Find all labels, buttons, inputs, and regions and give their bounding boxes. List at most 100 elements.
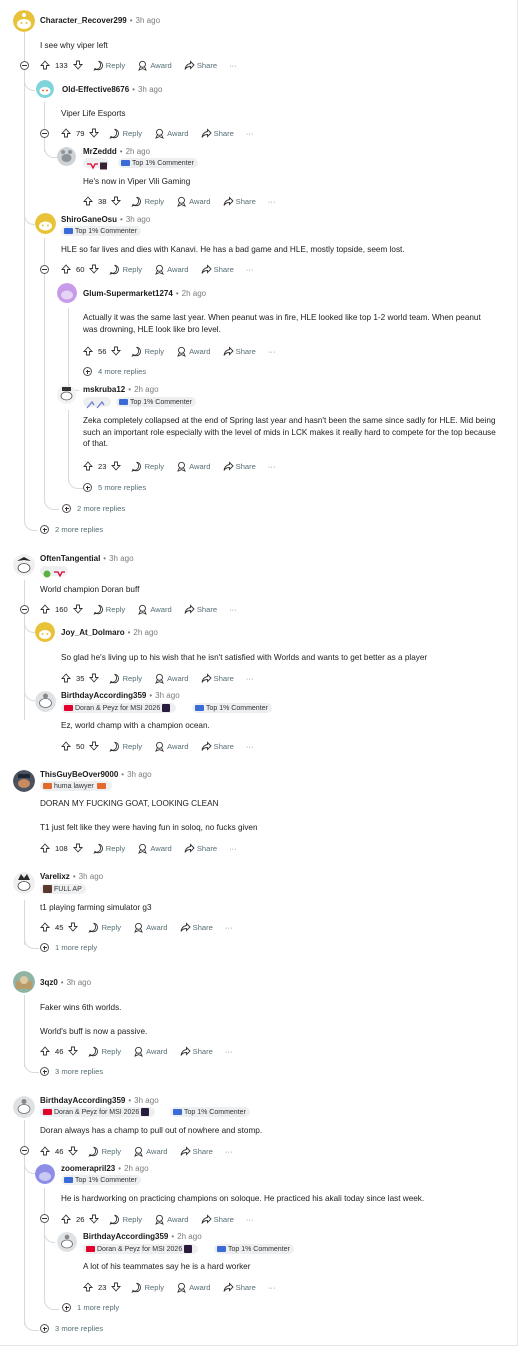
more-options-button[interactable]: ···	[225, 1047, 233, 1056]
award-button[interactable]: Award	[137, 843, 172, 854]
username[interactable]: 3qz0	[40, 978, 58, 987]
avatar[interactable]	[35, 213, 56, 234]
more-options-button[interactable]: ···	[229, 61, 237, 70]
timestamp[interactable]: 2h ago	[182, 289, 206, 298]
upvote-icon[interactable]	[83, 461, 93, 471]
share-button[interactable]: Share	[201, 263, 234, 275]
more-replies-button[interactable]: 5 more replies	[83, 483, 146, 492]
award-button[interactable]: Award	[154, 673, 189, 684]
downvote-icon[interactable]	[111, 346, 122, 356]
username[interactable]: Old-Effective8676	[62, 85, 129, 94]
reply-button[interactable]: Reply	[88, 922, 121, 933]
timestamp[interactable]: 3h ago	[126, 215, 150, 224]
upvote-icon[interactable]	[83, 346, 93, 356]
award-button[interactable]: Award	[176, 346, 211, 357]
avatar[interactable]	[35, 691, 56, 712]
timestamp[interactable]: 3h ago	[109, 554, 133, 563]
downvote-icon[interactable]	[89, 264, 100, 274]
more-replies-button[interactable]: 4 more replies	[83, 367, 146, 376]
downvote-icon[interactable]	[111, 196, 122, 206]
timestamp[interactable]: 3h ago	[136, 16, 160, 25]
more-options-button[interactable]: ···	[268, 1283, 276, 1292]
avatar[interactable]	[35, 622, 55, 642]
username[interactable]: ShiroGaneOsu	[61, 215, 117, 224]
downvote-icon[interactable]	[68, 1146, 79, 1156]
downvote-icon[interactable]	[72, 60, 83, 70]
username[interactable]: mskruba12	[83, 385, 125, 394]
upvote-icon[interactable]	[61, 264, 71, 274]
reply-button[interactable]: Reply	[88, 1046, 121, 1057]
avatar[interactable]	[57, 283, 77, 303]
share-button[interactable]: Share	[184, 603, 217, 615]
avatar[interactable]	[36, 80, 54, 98]
more-replies-button[interactable]: 2 more replies	[62, 504, 125, 513]
collapse-thread-button[interactable]	[40, 265, 49, 274]
avatar[interactable]	[57, 385, 76, 404]
share-button[interactable]: Share	[201, 127, 234, 139]
more-options-button[interactable]: ···	[246, 129, 254, 138]
timestamp[interactable]: 2h ago	[134, 385, 158, 394]
reply-button[interactable]: Reply	[88, 1146, 121, 1157]
upvote-icon[interactable]	[40, 1146, 50, 1156]
upvote-icon[interactable]	[40, 60, 50, 70]
collapse-thread-button[interactable]	[40, 1214, 49, 1223]
upvote-icon[interactable]	[83, 1282, 93, 1292]
downvote-icon[interactable]	[111, 461, 122, 471]
share-button[interactable]: Share	[201, 740, 234, 752]
share-button[interactable]: Share	[201, 1213, 234, 1225]
more-options-button[interactable]: ···	[268, 347, 276, 356]
avatar[interactable]	[13, 770, 35, 792]
share-button[interactable]: Share	[201, 672, 234, 684]
avatar[interactable]	[35, 1164, 55, 1184]
downvote-icon[interactable]	[89, 673, 100, 683]
share-button[interactable]: Share	[223, 460, 256, 472]
reply-button[interactable]: Reply	[109, 1214, 142, 1225]
upvote-icon[interactable]	[61, 128, 71, 138]
collapse-thread-button[interactable]	[20, 605, 29, 614]
timestamp[interactable]: 3h ago	[127, 770, 151, 779]
reply-button[interactable]: Reply	[109, 673, 142, 684]
award-button[interactable]: Award	[154, 741, 189, 752]
avatar[interactable]	[57, 1232, 77, 1252]
reply-button[interactable]: Reply	[93, 843, 125, 854]
downvote-icon[interactable]	[68, 922, 79, 932]
timestamp[interactable]: 2h ago	[124, 1164, 148, 1173]
username[interactable]: Glum-Supermarket1274	[83, 289, 173, 298]
share-button[interactable]: Share	[184, 59, 217, 71]
avatar[interactable]	[57, 147, 76, 166]
award-button[interactable]: Award	[133, 922, 168, 933]
timestamp[interactable]: 2h ago	[133, 628, 157, 637]
username[interactable]: BirthdayAccording359	[40, 1096, 125, 1105]
more-options-button[interactable]: ···	[225, 1147, 233, 1156]
reply-button[interactable]: Reply	[131, 461, 164, 472]
award-button[interactable]: Award	[137, 60, 172, 71]
share-button[interactable]: Share	[180, 1045, 213, 1057]
share-button[interactable]: Share	[223, 195, 256, 207]
more-options-button[interactable]: ···	[268, 197, 276, 206]
downvote-icon[interactable]	[72, 604, 83, 614]
reply-button[interactable]: Reply	[131, 196, 164, 207]
more-options-button[interactable]: ···	[225, 923, 233, 932]
timestamp[interactable]: 2h ago	[177, 1232, 201, 1241]
collapse-thread-button[interactable]	[40, 129, 49, 138]
timestamp[interactable]: 3h ago	[79, 872, 103, 881]
upvote-icon[interactable]	[40, 922, 50, 932]
reply-button[interactable]: Reply	[131, 346, 164, 357]
share-button[interactable]: Share	[223, 345, 256, 357]
username[interactable]: Joy_At_Dolmaro	[61, 628, 125, 637]
share-button[interactable]: Share	[184, 842, 217, 854]
more-replies-button[interactable]: 3 more replies	[40, 1067, 103, 1076]
more-replies-button[interactable]: 2 more replies	[40, 525, 103, 534]
upvote-icon[interactable]	[61, 1214, 71, 1224]
downvote-icon[interactable]	[68, 1046, 79, 1056]
award-button[interactable]: Award	[176, 461, 211, 472]
upvote-icon[interactable]	[40, 843, 50, 853]
reply-button[interactable]: Reply	[109, 264, 142, 275]
downvote-icon[interactable]	[89, 1214, 100, 1224]
username[interactable]: Character_Recover299	[40, 16, 127, 25]
upvote-icon[interactable]	[61, 673, 71, 683]
username[interactable]: OftenTangential	[40, 554, 100, 563]
username[interactable]: zoomerapril23	[61, 1164, 115, 1173]
share-button[interactable]: Share	[180, 1145, 213, 1157]
more-replies-button[interactable]: 1 more reply	[62, 1303, 119, 1312]
